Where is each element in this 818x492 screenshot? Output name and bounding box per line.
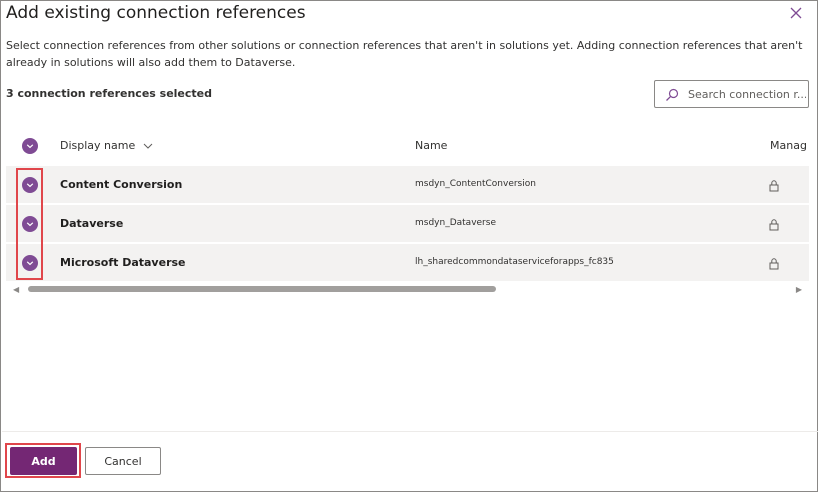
scroll-right-icon[interactable]: ▶: [796, 285, 802, 294]
scroll-left-icon[interactable]: ◀: [13, 285, 19, 294]
row-checkbox[interactable]: [22, 177, 38, 193]
row-name: lh_sharedcommondataserviceforapps_fc835: [415, 257, 614, 267]
chevron-down-icon: [143, 140, 153, 153]
lock-icon: [768, 217, 780, 231]
column-header-name[interactable]: Name: [415, 139, 447, 152]
table-row[interactable]: Dataverse msdyn_Dataverse: [6, 205, 809, 243]
table-header: Display name Name Manag: [6, 127, 809, 165]
lock-icon: [768, 178, 780, 192]
close-icon[interactable]: [788, 5, 804, 21]
column-header-display-name[interactable]: Display name: [60, 139, 153, 153]
row-display-name: Dataverse: [60, 217, 124, 230]
select-all-checkbox[interactable]: [22, 138, 38, 154]
row-name: msdyn_Dataverse: [415, 218, 496, 228]
search-icon: [665, 87, 679, 101]
search-input[interactable]: [688, 85, 806, 103]
dialog-title: Add existing connection references: [6, 3, 306, 23]
table-row[interactable]: Content Conversion msdyn_ContentConversi…: [6, 166, 809, 204]
row-checkbox[interactable]: [22, 216, 38, 232]
row-name: msdyn_ContentConversion: [415, 179, 536, 189]
row-display-name: Microsoft Dataverse: [60, 256, 186, 269]
add-button[interactable]: Add: [10, 447, 77, 475]
search-box[interactable]: [654, 80, 809, 108]
footer-divider: [2, 431, 818, 432]
dialog-description: Select connection references from other …: [6, 39, 803, 69]
column-header-managed[interactable]: Manag: [770, 139, 807, 152]
table-row[interactable]: Microsoft Dataverse lh_sharedcommondatas…: [6, 244, 809, 282]
lock-icon: [768, 256, 780, 270]
row-checkbox[interactable]: [22, 255, 38, 271]
row-display-name: Content Conversion: [60, 178, 183, 191]
add-connection-references-dialog: Add existing connection references Selec…: [0, 0, 818, 492]
cancel-button[interactable]: Cancel: [85, 447, 161, 475]
scrollbar-thumb[interactable]: [28, 286, 496, 292]
selected-count: 3 connection references selected: [6, 87, 213, 100]
horizontal-scrollbar[interactable]: ◀ ▶: [11, 283, 804, 295]
column-display-name-label: Display name: [60, 139, 136, 152]
